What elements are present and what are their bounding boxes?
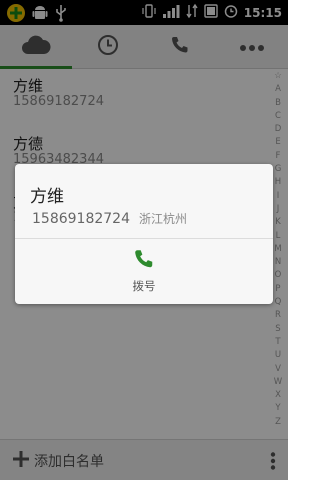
phone-call-icon: [133, 248, 155, 274]
dialog-contact-info: 15869182724 浙江杭州: [32, 210, 187, 227]
dial-button[interactable]: 拨号: [119, 248, 169, 296]
contact-dialog: 方维 15869182724 浙江杭州 拨号: [15, 164, 273, 304]
dial-button-label: 拨号: [132, 279, 156, 293]
dialog-contact-location: 浙江杭州: [138, 212, 187, 226]
dialog-contact-phone: 15869182724: [32, 211, 130, 227]
dialog-contact-name: 方维: [30, 187, 64, 207]
dialog-divider: [15, 238, 273, 239]
